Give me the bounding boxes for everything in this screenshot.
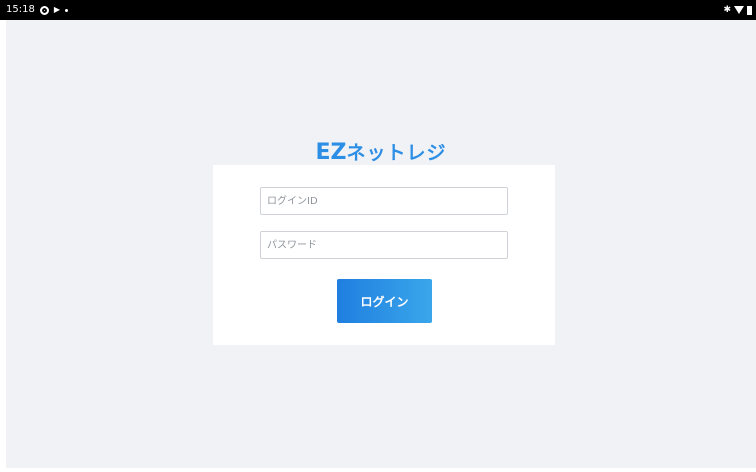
- login-card: ログイン: [213, 165, 555, 345]
- logo-ez-text: EZ: [315, 140, 347, 165]
- sync-icon: [39, 5, 49, 15]
- status-time: 15:18: [6, 4, 35, 15]
- status-right: ✱: [723, 0, 752, 20]
- login-id-input[interactable]: [260, 187, 508, 215]
- logo-title-text: ネットレジ: [346, 142, 447, 164]
- password-input[interactable]: [260, 231, 508, 259]
- wifi-icon: [734, 6, 744, 14]
- media-play-icon: ▶: [53, 5, 60, 14]
- notification-dot-icon: [64, 8, 68, 12]
- status-left: 15:18 ▶: [6, 0, 68, 20]
- battery-icon: [747, 5, 752, 15]
- bottom-edge: [0, 468, 756, 472]
- bluetooth-icon: ✱: [723, 5, 731, 15]
- login-button[interactable]: ログイン: [337, 279, 432, 323]
- status-bar: 15:18 ▶ ✱: [0, 0, 756, 20]
- screen: 15:18 ▶ ✱ EZネットレジ ログイン: [0, 0, 756, 472]
- login-screen: EZネットレジ ログイン: [6, 20, 756, 468]
- app-logo: EZネットレジ: [6, 138, 756, 165]
